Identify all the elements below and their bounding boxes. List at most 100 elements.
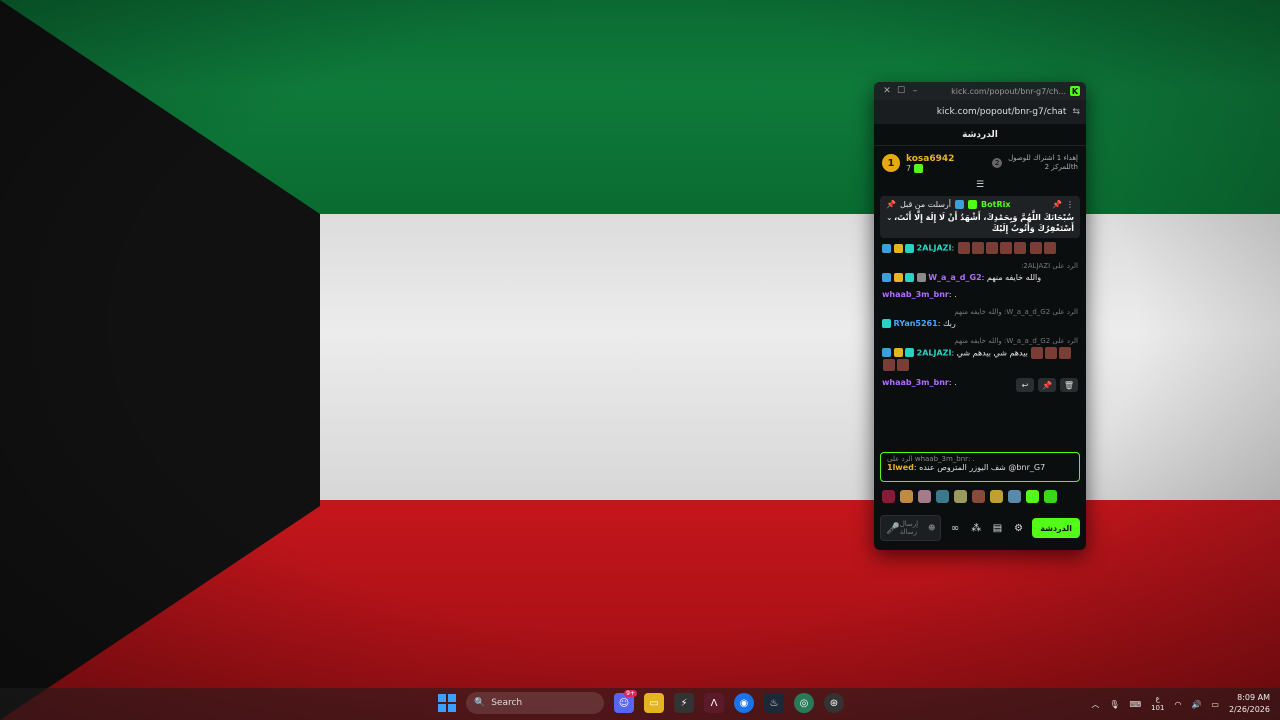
language-indicator[interactable]: ع 101 <box>1151 695 1164 713</box>
chevron-up-icon[interactable]: ︿ <box>1091 699 1099 710</box>
window-titlebar: ✕ ☐ – kick.com/popout/bnr-g7/ch... K <box>874 82 1086 100</box>
infinity-icon[interactable]: ∞ <box>947 523 962 534</box>
settings-sliders-icon[interactable]: ⇆ <box>1072 107 1080 117</box>
sub-badge-icon <box>905 243 915 253</box>
chat-popout-window: ✕ ☐ – kick.com/popout/bnr-g7/ch... K kic… <box>874 82 1086 550</box>
emote-icon <box>957 242 970 254</box>
reply-user[interactable]: 1lwed <box>887 463 914 472</box>
reply-context: الرد على W_a_a_d_G2: والله خايفه منهم <box>954 336 1078 345</box>
rank-medal-icon: 1 <box>882 154 900 172</box>
emote-icon <box>985 242 998 254</box>
message-user[interactable]: RYan5261 <box>894 319 938 328</box>
chrome-icon[interactable]: ◉ <box>734 693 754 713</box>
emote-icon[interactable] <box>1044 490 1057 503</box>
mic-icon[interactable]: 🎤 <box>886 522 900 535</box>
pin-message-icon[interactable]: 📌 <box>1038 378 1056 392</box>
chat-input[interactable]: 🎤 إرسال رسالة ☻ <box>880 515 942 541</box>
app-icon[interactable]: ⊛ <box>824 693 844 713</box>
emote-icon <box>897 359 909 371</box>
pinned-label: أرسلت من قبل <box>899 200 952 209</box>
store-icon[interactable]: ▤ <box>990 523 1005 534</box>
unpin-icon[interactable]: 📌 <box>1052 200 1062 209</box>
emote-icon[interactable] <box>990 490 1003 503</box>
emote-icon <box>1031 346 1044 359</box>
app-icon[interactable]: ⚡ <box>674 693 694 713</box>
emote-icon <box>1044 242 1057 254</box>
gifter-info-line1: إهداء 1 اشتراك للوصول <box>1008 154 1078 162</box>
message-user[interactable]: whaab_3m_bnr <box>882 290 949 299</box>
chat-header-title: الدردشة <box>874 124 1086 146</box>
kick-logo-icon: K <box>1070 86 1080 96</box>
badge-icon <box>882 348 891 357</box>
chat-messages: 2ALJAZI: الرد على 2ALJAZI: W_a_a_d_G2: و… <box>874 238 1086 389</box>
reply-preview: الرد على whaab_3m_bnr: . 1lwed: شف اليوز… <box>880 452 1080 482</box>
crown-badge-icon <box>893 348 903 357</box>
emote-icon[interactable] <box>972 490 985 503</box>
gear-icon[interactable]: ⚙ <box>1011 523 1026 534</box>
pin-icon: 📌 <box>886 200 896 209</box>
app-icon[interactable]: Λ <box>704 693 724 713</box>
discord-icon[interactable]: ☺ 9+ <box>614 690 637 713</box>
message-user[interactable]: 2ALJAZI <box>917 244 952 253</box>
emote-icon <box>1045 346 1058 359</box>
emote-icon[interactable] <box>954 490 967 503</box>
emoji-icon[interactable]: ☻ <box>928 524 935 532</box>
mic-icon[interactable]: 🎙 <box>1109 700 1119 709</box>
maximize-icon[interactable]: ☐ <box>894 86 908 96</box>
crown-badge-icon <box>893 243 903 253</box>
gift-icon <box>913 163 923 173</box>
taskbar-search[interactable]: 🔍 Search <box>466 692 604 714</box>
sub-badge-icon <box>905 272 915 282</box>
system-tray: ︿ 🎙 ⌨ ع 101 ◠ 🔊 ▭ 8:09 AM 2/26/2026 <box>1091 688 1270 720</box>
clock[interactable]: 8:09 AM 2/26/2026 <box>1229 692 1270 716</box>
browser-icon[interactable]: ◎ <box>794 693 814 713</box>
taskbar-apps: 🔍 Search ☺ 9+ ▭ ⚡ Λ ◉ ♨ ◎ ⊛ <box>438 690 844 714</box>
emote-icon[interactable] <box>918 490 931 503</box>
badge-icon <box>882 272 891 282</box>
emote-icon[interactable] <box>900 490 913 503</box>
message-user[interactable]: W_a_a_d_G2 <box>928 273 981 282</box>
gifter-count: 7 <box>906 163 912 173</box>
send-chat-button[interactable]: الدردشة <box>1032 518 1081 538</box>
sub-badge-icon <box>882 318 891 328</box>
delete-icon[interactable]: 🗑 <box>1060 378 1078 392</box>
reply-text: شف اليوزر المتروص عنده @bnr_G7 <box>919 463 1046 472</box>
chat-message: الرد على 2ALJAZI: W_a_a_d_G2: والله خايف… <box>882 260 1078 284</box>
windows-start-icon[interactable] <box>438 694 456 712</box>
input-placeholder: إرسال رسالة <box>899 520 919 536</box>
keyboard-icon[interactable]: ⌨ <box>1130 700 1142 709</box>
close-icon[interactable]: ✕ <box>880 86 894 96</box>
battery-icon[interactable]: ▭ <box>1211 700 1219 709</box>
wifi-icon[interactable]: ◠ <box>1174 700 1181 709</box>
wallpaper-vignette <box>0 0 1280 720</box>
volume-icon[interactable]: 🔊 <box>1191 700 1201 709</box>
search-icon: 🔍 <box>474 698 486 708</box>
emote-icon <box>971 242 984 254</box>
reply-to-context: الرد على whaab_3m_bnr: . <box>887 455 975 463</box>
emote-icon[interactable] <box>882 490 895 503</box>
gifter-info-line2: للمركز 2th <box>1044 163 1078 171</box>
pinned-user[interactable]: BotRix <box>981 200 1010 209</box>
message-user[interactable]: whaab_3m_bnr <box>882 378 949 387</box>
pinned-text: سُبْحَانَكَ اللَّهُمَّ وَبِحَمْدِكَ، أَش… <box>894 213 1074 233</box>
window-title: kick.com/popout/bnr-g7/ch... <box>951 86 1066 96</box>
url-text[interactable]: kick.com/popout/bnr-g7/chat <box>937 107 1067 117</box>
emote-icon[interactable] <box>1008 490 1021 503</box>
message-user[interactable]: 2ALJAZI <box>917 348 952 357</box>
gifter-name[interactable]: kosa6942 <box>906 154 954 164</box>
collapse-icon[interactable]: ☰ <box>874 180 1086 190</box>
emote-icon <box>1030 242 1043 254</box>
expand-chevron-icon[interactable]: ⌄ <box>886 213 893 222</box>
file-explorer-icon[interactable]: ▭ <box>644 693 664 713</box>
windows-taskbar: 🔍 Search ☺ 9+ ▭ ⚡ Λ ◉ ♨ ◎ ⊛ ︿ 🎙 ⌨ ع 101 ◠… <box>0 688 1280 720</box>
emote-icon[interactable] <box>936 490 949 503</box>
minimize-icon[interactable]: – <box>908 86 922 96</box>
clock-time: 8:09 AM <box>1237 693 1270 702</box>
bot-badge-icon <box>955 200 965 209</box>
emote-icon[interactable] <box>1026 490 1039 503</box>
steam-icon[interactable]: ♨ <box>764 693 784 713</box>
users-icon[interactable]: ⁂ <box>969 523 984 534</box>
more-options-icon[interactable]: ⋮ <box>1066 200 1074 209</box>
reply-icon[interactable]: ↩ <box>1016 378 1034 392</box>
emote-icon <box>883 359 895 371</box>
